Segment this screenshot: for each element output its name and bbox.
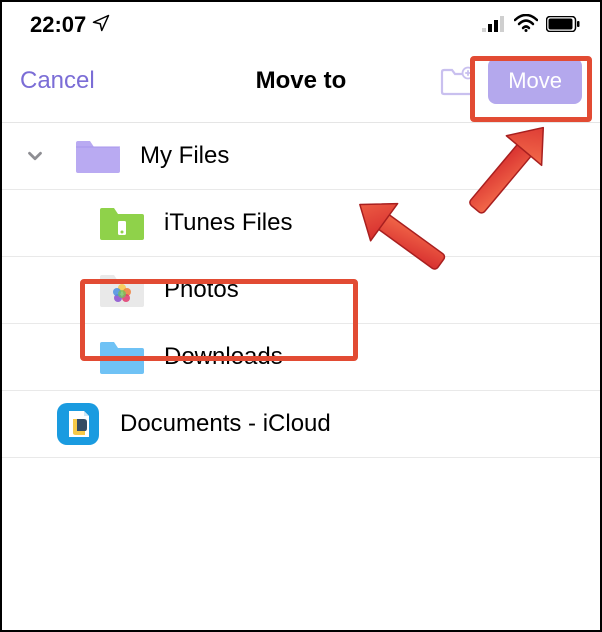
folder-label: My Files [140, 142, 229, 170]
status-time: 22:07 [30, 12, 86, 38]
folder-label: Photos [164, 276, 239, 304]
status-indicators [482, 12, 580, 38]
itunes-folder-icon [98, 204, 146, 242]
nav-bar: Cancel Move to Move [2, 46, 600, 123]
documents-app-icon [54, 405, 102, 443]
folder-row-my-files[interactable]: My Files [2, 123, 600, 190]
folder-icon [74, 137, 122, 175]
folder-label: Documents - iCloud [120, 410, 331, 438]
folder-row-photos[interactable]: Photos [2, 257, 600, 324]
page-title: Move to [256, 67, 347, 94]
photos-folder-icon [98, 271, 146, 309]
downloads-folder-icon [98, 338, 146, 376]
folder-label: Downloads [164, 343, 283, 371]
signal-icon [482, 12, 506, 38]
cancel-button[interactable]: Cancel [20, 67, 95, 95]
wifi-icon [514, 12, 538, 38]
new-folder-icon[interactable] [440, 66, 474, 96]
status-time-group: 22:07 [30, 12, 110, 38]
folder-row-icloud[interactable]: Documents - iCloud [2, 391, 600, 458]
folder-label: iTunes Files [164, 209, 292, 237]
location-icon [92, 12, 110, 38]
folder-row-downloads[interactable]: Downloads [2, 324, 600, 391]
battery-icon [546, 12, 580, 38]
status-bar: 22:07 [2, 2, 600, 46]
folder-row-itunes[interactable]: iTunes Files [2, 190, 600, 257]
folder-list: My Files iTunes Files [2, 123, 600, 458]
move-button[interactable]: Move [488, 58, 582, 104]
chevron-down-icon [24, 145, 46, 167]
